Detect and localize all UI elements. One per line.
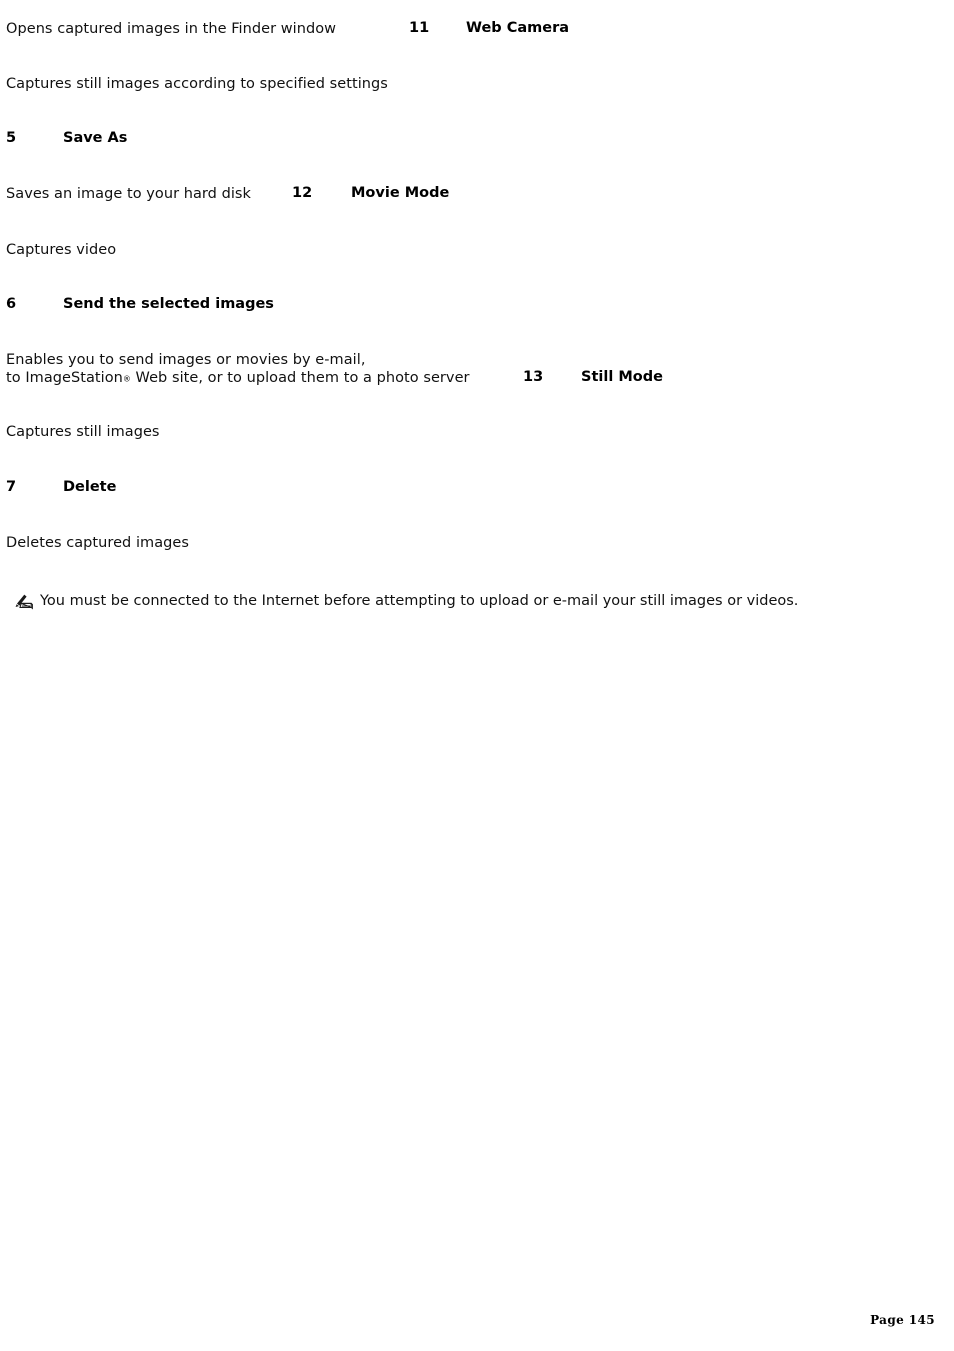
legend-number-6: 6 (6, 296, 17, 312)
description-line: Deletes captured images (6, 535, 189, 551)
page-number-footer: Page 145 (870, 1313, 935, 1327)
legend-number-5: 5 (6, 130, 17, 146)
registered-trademark-icon: ® (122, 374, 131, 384)
legend-label-save-as: Save As (63, 130, 128, 146)
legend-number-13: 13 (523, 369, 544, 385)
imagestation-text-suffix: Web site, or to upload them to a photo s… (130, 370, 470, 386)
note-callout: You must be connected to the Internet be… (14, 592, 798, 610)
description-line: Captures still images according to speci… (6, 76, 388, 92)
description-line: Enables you to send images or movies by … (6, 352, 366, 368)
legend-number-12: 12 (292, 185, 313, 201)
note-text: You must be connected to the Internet be… (40, 593, 799, 609)
imagestation-text: to ImageStation (6, 370, 123, 386)
description-line: Saves an image to your hard disk (6, 186, 251, 202)
description-line: Captures video (6, 242, 117, 258)
description-line: Captures still images (6, 424, 160, 440)
legend-number-11: 11 (409, 20, 430, 36)
legend-label-delete: Delete (63, 479, 117, 495)
note-pencil-icon (14, 593, 34, 611)
document-page: Opens captured images in the Finder wind… (0, 0, 954, 1351)
description-line: Opens captured images in the Finder wind… (6, 21, 337, 37)
legend-label-movie-mode: Movie Mode (351, 185, 450, 201)
legend-label-web-camera: Web Camera (466, 20, 570, 36)
legend-number-7: 7 (6, 479, 17, 495)
legend-label-send-the-selected-images: Send the selected images (63, 296, 274, 312)
legend-label-still-mode: Still Mode (581, 369, 663, 385)
description-line-imagestation: to ImageStation® Web site, or to upload … (6, 369, 470, 388)
